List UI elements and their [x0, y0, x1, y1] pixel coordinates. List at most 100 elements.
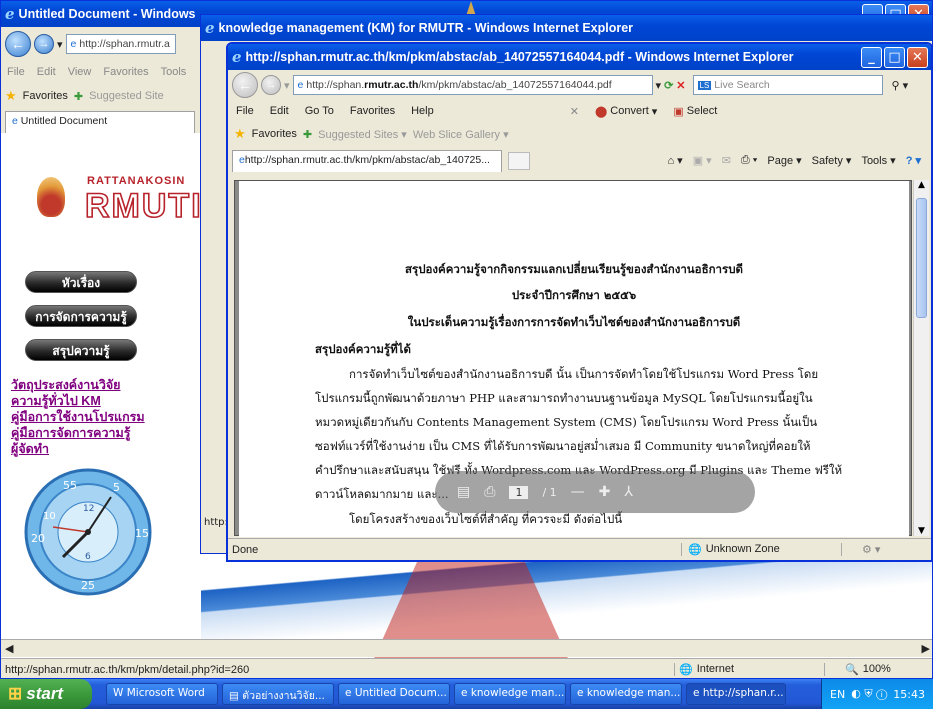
menu-edit[interactable]: Edit [37, 66, 56, 78]
search-icon[interactable]: ⚲ ▾ [886, 79, 915, 92]
taskbar-item-km-2[interactable]: e knowledge man... [570, 683, 682, 705]
tab-pdf[interactable]: ehttp://sphan.rmutr.ac.th/km/pkm/abstac/… [232, 149, 502, 172]
status-zone: 🌐 Internet [674, 663, 824, 676]
print-icon[interactable]: ⎙ [484, 484, 495, 500]
taskbar-item-doc[interactable]: ▤ ตัวอย่างงานวิจัย... [222, 683, 334, 705]
menu-help[interactable]: Help [411, 105, 434, 117]
pdf-browser-window: e http://sphan.rmutr.ac.th/km/pkm/abstac/… [226, 42, 933, 562]
horizontal-scrollbar[interactable]: ◀ ▶ [1, 639, 932, 657]
home-icon[interactable]: ⌂ ▾ [667, 154, 682, 167]
page-menu[interactable]: Page ▾ [767, 154, 801, 167]
add-favorite-icon[interactable]: ✚ [74, 90, 83, 103]
doc-line: โดยโครงสร้างของเว็บไซต์ที่สำคัญ ที่ควรจะ… [349, 512, 623, 526]
tab-ie-icon: e [12, 115, 18, 127]
select-icon: ▣ [673, 105, 684, 118]
scroll-thumb[interactable] [916, 198, 927, 318]
vertical-scrollbar[interactable]: ▲ ▼ [913, 180, 929, 536]
protected-mode-icon[interactable]: ⚙ ▾ [841, 543, 931, 556]
zoom-out-icon[interactable]: — [571, 484, 585, 500]
forward-icon[interactable]: → [34, 34, 54, 54]
close-toolbar-icon[interactable]: ✕ [570, 105, 579, 118]
tab-untitled[interactable]: e Untitled Document [5, 111, 195, 133]
forward-icon[interactable]: → [261, 75, 281, 95]
page-total: / 1 [542, 485, 557, 499]
scroll-up-icon[interactable]: ▲ [914, 180, 929, 196]
dropdown-icon[interactable]: ▾ [284, 79, 290, 92]
title-bar[interactable]: e http://sphan.rmutr.ac.th/km/pkm/abstac/… [228, 44, 931, 70]
convert-button[interactable]: ⬤ Convert ▾ [595, 105, 657, 118]
new-tab-icon[interactable] [508, 151, 530, 170]
menu-view[interactable]: View [68, 66, 92, 78]
word-icon: W [113, 687, 127, 699]
help-icon[interactable]: ? ▾ [906, 154, 921, 167]
mail-icon[interactable]: ✉ [722, 154, 731, 167]
clock-time[interactable]: 15:43 [893, 688, 925, 701]
back-icon[interactable]: ← [232, 72, 258, 98]
window-controls: _ □ ✕ [861, 47, 928, 68]
zoom-in-icon[interactable]: ✚ [599, 484, 611, 500]
print-icon[interactable]: ⎙ ▾ [741, 154, 757, 167]
address-dropdown-icon[interactable]: ▾ [656, 79, 662, 92]
refresh-icon[interactable]: ⟳ [664, 79, 673, 92]
favorites-star-icon: ★ [5, 88, 17, 103]
middle-status-fragment: http: [204, 517, 228, 528]
page-content: RATTANAKOSIN RMUTI หัวเรื่อง การจัดการคว… [1, 147, 201, 647]
menu-goto[interactable]: Go To [305, 105, 334, 117]
menu-button-topic[interactable]: หัวเรื่อง [25, 271, 137, 293]
minimize-button[interactable]: _ [861, 47, 882, 68]
scroll-down-icon[interactable]: ▼ [914, 526, 929, 536]
clock-num-10: 10 [43, 511, 56, 522]
menu-button-summary[interactable]: สรุปความรู้ [25, 339, 137, 361]
pdf-page: สรุปองค์ความรู้จากกิจกรรมแลกเปลี่ยนเรียน… [239, 181, 909, 537]
menu-bar: File Edit Go To Favorites Help ✕ ⬤ Conver… [228, 100, 931, 122]
taskbar-item-pdf[interactable]: e http://sphan.r... [686, 683, 786, 705]
taskbar-item-word[interactable]: W Microsoft Word [106, 683, 218, 705]
page-number[interactable]: 1 [509, 485, 529, 499]
back-icon[interactable]: ← [5, 31, 31, 57]
tools-menu[interactable]: Tools ▾ [861, 154, 895, 167]
language-indicator[interactable]: EN [830, 688, 845, 701]
link-authors[interactable]: ผู้จัดทำ [11, 439, 49, 459]
doc-heading-3: ในประเด็นความรู้เรื่องการการจัดทำเว็บไซต… [407, 315, 741, 329]
scroll-left-icon[interactable]: ◀ [1, 642, 17, 655]
address-field[interactable]: e http://sphan. rmutr.ac.th/km/pkm/abstac/… [292, 75, 653, 95]
ie-icon: e [205, 19, 215, 37]
add-favorite-icon[interactable]: ✚ [303, 128, 312, 141]
menu-edit[interactable]: Edit [270, 105, 289, 117]
acrobat-icon[interactable]: ⅄ [624, 484, 633, 500]
menu-tools[interactable]: Tools [161, 66, 187, 78]
suggested-sites[interactable]: Suggested Site [89, 90, 164, 102]
doc-line: โปรแกรมนี้ถูกพัฒนาด้วยภาษา PHP และสามารถ… [315, 391, 813, 405]
menu-file[interactable]: File [236, 105, 254, 117]
logo-main-text: RMUTI [84, 186, 203, 226]
scroll-right-icon[interactable]: ▶ [918, 642, 932, 655]
ie-icon: e [461, 687, 471, 699]
menu-button-km[interactable]: การจัดการความรู้ [25, 305, 137, 327]
doc-icon: ▤ [229, 690, 243, 702]
menu-favorites[interactable]: Favorites [103, 66, 148, 78]
start-button[interactable]: ⊞ start [0, 679, 92, 709]
stop-icon[interactable]: ✕ [676, 79, 685, 92]
menu-file[interactable]: File [7, 66, 25, 78]
tray-icons[interactable]: ◐ ⛨ ⓘ [851, 687, 887, 701]
address-field[interactable]: e http://sphan.rmutr.a [65, 34, 176, 54]
taskbar-item-untitled[interactable]: e Untitled Docum... [338, 683, 450, 705]
save-icon[interactable]: ▤ [457, 484, 470, 500]
web-slice-gallery[interactable]: Web Slice Gallery ▾ [413, 128, 509, 141]
search-input[interactable]: LS Live Search [692, 75, 883, 95]
favorites-button[interactable]: Favorites [23, 90, 68, 102]
clock-num-5: 5 [113, 481, 120, 494]
zoom-icon: 🔍 [845, 664, 859, 676]
favorites-button[interactable]: Favorites [252, 128, 297, 140]
title-bar[interactable]: e knowledge management (KM) for RMUTR - W… [201, 15, 932, 41]
safety-menu[interactable]: Safety ▾ [812, 154, 852, 167]
select-button[interactable]: ▣ Select [673, 105, 717, 118]
feeds-icon[interactable]: ▣ ▾ [693, 154, 712, 167]
dropdown-icon[interactable]: ▾ [57, 38, 63, 51]
close-button[interactable]: ✕ [907, 47, 928, 68]
suggested-sites[interactable]: Suggested Sites ▾ [318, 128, 407, 141]
maximize-button[interactable]: □ [884, 47, 905, 68]
zoom-control[interactable]: 🔍 100% [824, 663, 932, 676]
menu-favorites[interactable]: Favorites [350, 105, 395, 117]
taskbar-item-km-1[interactable]: e knowledge man... [454, 683, 566, 705]
